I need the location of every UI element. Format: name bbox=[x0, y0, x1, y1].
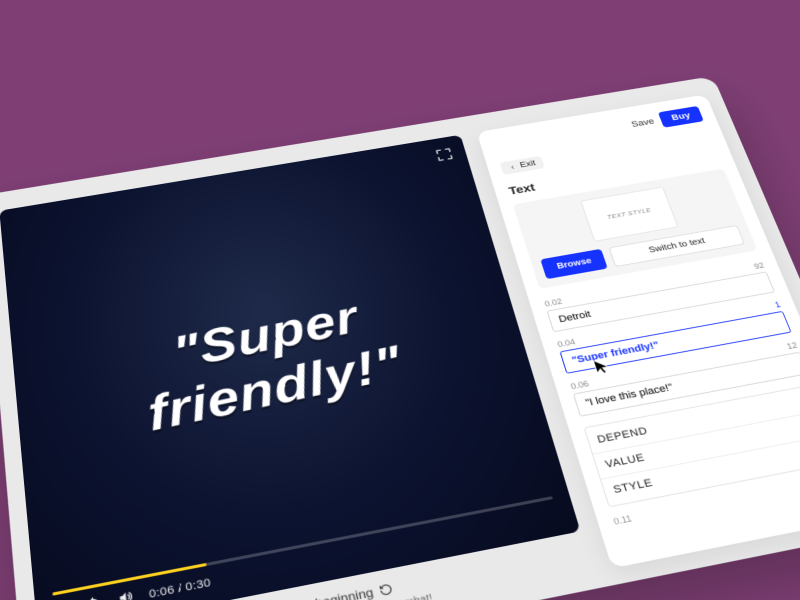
chevron-left-icon bbox=[508, 163, 517, 170]
watch-from-beginning-label: Watch from beginning bbox=[243, 585, 375, 600]
field-time: 0.04 bbox=[556, 337, 576, 349]
field-length: 12 bbox=[786, 341, 799, 351]
volume-icon[interactable] bbox=[117, 589, 135, 600]
field-length: 92 bbox=[753, 261, 766, 271]
exit-label: Exit bbox=[519, 159, 537, 169]
watch-from-beginning[interactable]: Watch from beginning bbox=[243, 581, 395, 600]
browse-button[interactable]: Browse bbox=[541, 249, 609, 279]
property-label: DEPEND bbox=[596, 425, 649, 445]
below-video: Watch from beginning mark mascot is the … bbox=[39, 543, 593, 600]
progress-fill bbox=[52, 563, 206, 596]
video-caption: "Super friendly!" bbox=[13, 260, 530, 470]
style-sample-label: TEXT STYLE bbox=[607, 207, 652, 220]
cursor-icon bbox=[592, 356, 614, 376]
property-label: STYLE bbox=[612, 477, 654, 496]
field-time: 0.06 bbox=[570, 379, 590, 391]
replay-icon[interactable] bbox=[85, 595, 103, 600]
timecode: 0:06 / 0:30 bbox=[148, 576, 211, 600]
fullscreen-icon[interactable] bbox=[434, 147, 454, 163]
app-window: "Super friendly!" bbox=[0, 76, 800, 600]
field-time: 0.02 bbox=[543, 297, 563, 308]
restart-icon bbox=[378, 582, 394, 597]
property-label: VALUE bbox=[604, 452, 646, 471]
field-length: 1 bbox=[774, 300, 782, 309]
style-sample[interactable]: TEXT STYLE bbox=[580, 187, 678, 242]
save-button[interactable]: Save bbox=[630, 117, 656, 129]
video-preview[interactable]: "Super friendly!" bbox=[0, 135, 581, 600]
buy-button[interactable]: Buy bbox=[658, 106, 704, 128]
exit-button[interactable]: Exit bbox=[500, 156, 545, 175]
